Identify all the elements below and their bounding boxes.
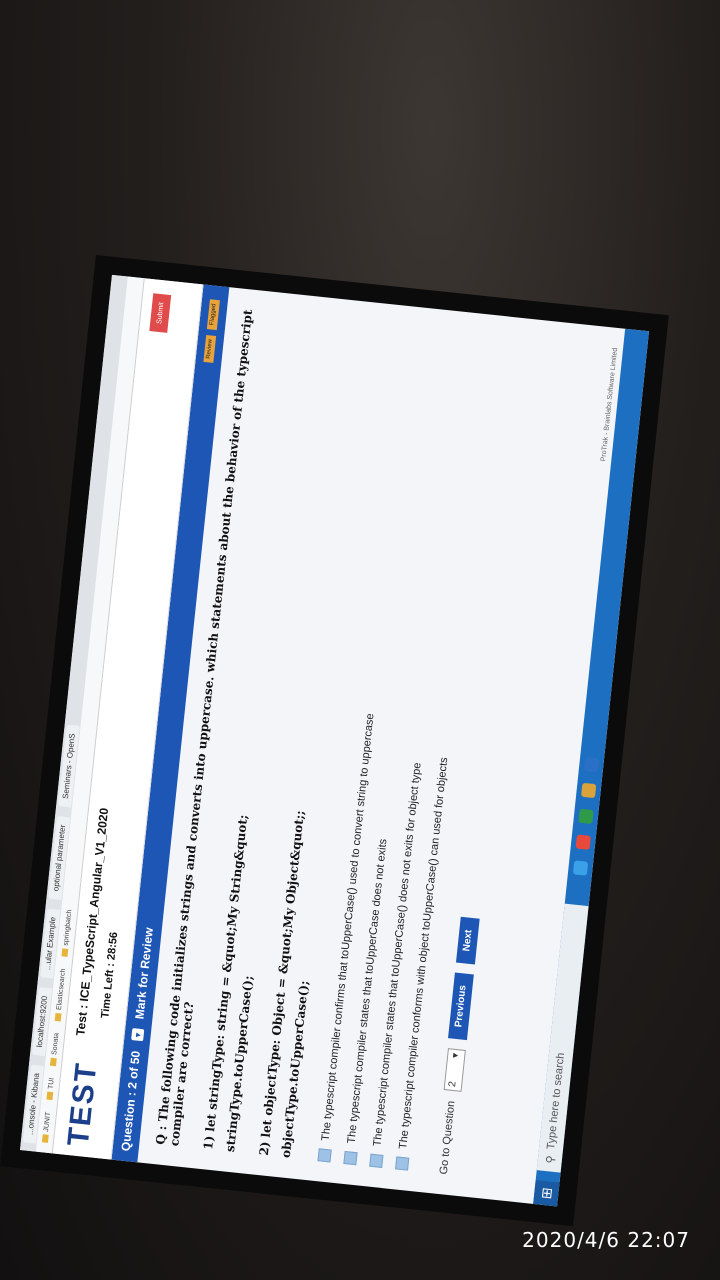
folder-icon	[49, 1057, 57, 1067]
search-placeholder: Type here to search	[545, 1052, 568, 1151]
bookmark-item[interactable]: Sonata	[49, 1032, 60, 1067]
chevron-down-icon[interactable]: ▼	[131, 1028, 145, 1042]
checkbox[interactable]	[342, 1150, 358, 1166]
photo-timestamp: 2020/4/6 22:07	[522, 1228, 690, 1252]
laptop-screen: ...onsole - Kibana localhost:9200 ...ula…	[20, 274, 650, 1207]
mark-for-review[interactable]: Mark for Review	[132, 927, 156, 1020]
edge-icon[interactable]	[572, 860, 589, 876]
bookmark-item[interactable]: JUNIT	[41, 1111, 52, 1143]
app-icon[interactable]	[578, 808, 594, 825]
checkbox[interactable]	[368, 1153, 383, 1168]
select-value: 2	[446, 1080, 459, 1088]
folder-icon	[61, 948, 69, 957]
bookmark-label: TUI	[47, 1077, 56, 1090]
windows-start-icon[interactable]: ⊞	[533, 1180, 560, 1207]
bookmark-label: Sonata	[50, 1032, 60, 1056]
folder-icon	[46, 1091, 54, 1101]
submit-button[interactable]: Submit	[149, 293, 172, 333]
search-icon: ⚲	[544, 1154, 557, 1165]
checkbox[interactable]	[316, 1148, 332, 1163]
bookmark-item[interactable]: Elasticsearch	[54, 968, 67, 1022]
bookmark-label: springbatch	[62, 909, 73, 947]
legend-item: Review	[203, 334, 217, 364]
status-legend: Review Flagged	[203, 299, 220, 364]
previous-button[interactable]: Previous	[448, 972, 474, 1041]
chevron-down-icon: ▾	[450, 1052, 462, 1059]
bookmark-label: JUNIT	[42, 1111, 52, 1132]
bookmark-item[interactable]: springbatch	[61, 909, 73, 957]
folder-icon[interactable]	[581, 782, 597, 799]
folder-icon	[54, 1012, 62, 1022]
go-to-label: Go to Question	[437, 1100, 457, 1176]
legend-item: Flagged	[206, 299, 220, 330]
chrome-icon[interactable]	[575, 834, 591, 850]
next-button[interactable]: Next	[456, 916, 480, 965]
folder-icon	[41, 1134, 49, 1143]
mail-icon[interactable]	[583, 756, 600, 773]
time-left: Time Left : 28:56	[99, 931, 121, 1019]
checkbox[interactable]	[394, 1156, 409, 1171]
bookmark-label: Elasticsearch	[55, 968, 67, 1011]
question-select[interactable]: 2 ▾	[443, 1048, 466, 1092]
site-logo: TEST	[61, 1060, 104, 1148]
bookmark-item[interactable]: TUI	[46, 1077, 56, 1101]
